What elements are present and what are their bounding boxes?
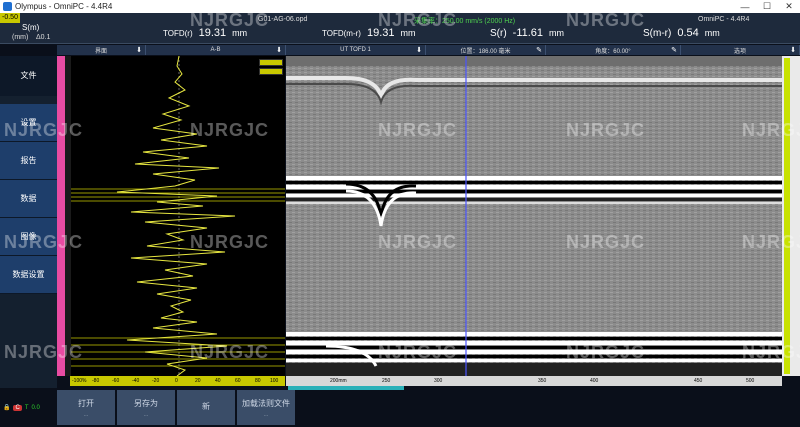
position-field[interactable]: 位置：186.00 毫米 ✎ [426, 45, 546, 55]
delta-label: Δ0.1 [36, 34, 51, 41]
close-button[interactable]: ✕ [778, 1, 800, 12]
status-indicators: 🔒 C T 0.0 [3, 404, 40, 411]
download-icon[interactable]: ⬇ [416, 46, 422, 54]
pencil-icon[interactable]: ✎ [671, 46, 677, 54]
new-button[interactable]: 新 [177, 390, 236, 425]
window-title: Olympus - OmniPC - 4.4R4 [15, 2, 113, 11]
tofd-b-scan-view[interactable] [286, 56, 782, 376]
sample-rate: 采集率：250.00 mm/s (2000 Hz) [414, 18, 516, 25]
settings-bar: 界面 ⬇ A-B ⬇ UT TOFD 1 ⬇ 位置：186.00 毫米 ✎ 角度：60.… [57, 45, 800, 55]
left-nav: 文件 设置 报告 数据 图像 数据设置 [0, 56, 57, 388]
download-icon[interactable]: ⬇ [136, 46, 142, 54]
nav-data-settings[interactable]: 数据设置 [0, 256, 57, 294]
readout-s-r: S(r) -11.61 mm [490, 27, 565, 39]
download-icon[interactable]: ⬇ [790, 46, 796, 54]
title-bar: Olympus - OmniPC - 4.4R4 — ☐ ✕ [0, 0, 800, 13]
gate-toggle-button[interactable] [259, 68, 283, 75]
indicator-value: -0.50 [0, 13, 20, 23]
download-icon[interactable]: ⬇ [276, 46, 282, 54]
maximize-button[interactable]: ☐ [756, 1, 778, 12]
load-law-file-button[interactable]: 加载法则文件... [237, 390, 296, 425]
app-icon [3, 2, 12, 11]
angle-field[interactable]: 角度：60.00° ✎ [546, 45, 681, 55]
nav-file[interactable]: 文件 [0, 56, 57, 96]
header-readouts: -0.50 S(m) (mm) Δ0.1 G01-AG-06.opd 采集率：2… [0, 13, 800, 44]
minimize-button[interactable]: — [734, 2, 756, 12]
depth-ruler [57, 56, 65, 376]
nav-data[interactable]: 数据 [0, 180, 57, 218]
gate-select[interactable]: A-B ⬇ [146, 45, 286, 55]
recording-status: T [24, 404, 29, 411]
unit-label: (mm) [12, 34, 29, 41]
amplitude-axis: -100% -80 -60 -40 -20 0 20 40 60 80 100 [70, 376, 285, 386]
gate-toggle-button[interactable] [259, 59, 283, 66]
tofd-image [286, 56, 782, 376]
a-scan-view[interactable] [57, 56, 285, 376]
lock-icon: 🔒 [3, 405, 11, 411]
options-select[interactable]: 选项 ⬇ [681, 45, 800, 55]
nav-settings[interactable]: 设置 [0, 104, 57, 142]
battery-status: 0.0 [31, 404, 40, 411]
amplitude-ruler [782, 56, 800, 376]
save-as-button[interactable]: 另存为... [117, 390, 176, 425]
depth-ruler-ticks [65, 56, 71, 376]
open-button[interactable]: 打开... [57, 390, 116, 425]
pencil-icon[interactable]: ✎ [536, 46, 542, 54]
view-select[interactable]: 界面 ⬇ [57, 45, 146, 55]
readout-s-m-r: S(m-r) 0.54 mm [643, 27, 720, 39]
version-label: OmniPC - 4.4R4 [698, 16, 750, 23]
readout-tofd-r: TOFD(r) 19.31 mm [163, 27, 248, 39]
nav-report[interactable]: 报告 [0, 142, 57, 180]
softkey-bar: 🔒 C T 0.0 打开... 另存为... 新 加载法则文件... [0, 390, 800, 427]
group-select[interactable]: UT TOFD 1 ⬇ [286, 45, 426, 55]
nav-image[interactable]: 图像 [0, 218, 57, 256]
file-name: G01-AG-06.opd [258, 16, 308, 23]
connection-status: C [13, 404, 22, 411]
s-label: S(m) [22, 23, 40, 32]
a-scan-waveform [71, 56, 285, 376]
scan-axis: 200mm 250 300 350 400 450 500 [286, 376, 782, 386]
readout-tofd-m-r: TOFD(m-r) 19.31 mm [322, 27, 416, 39]
